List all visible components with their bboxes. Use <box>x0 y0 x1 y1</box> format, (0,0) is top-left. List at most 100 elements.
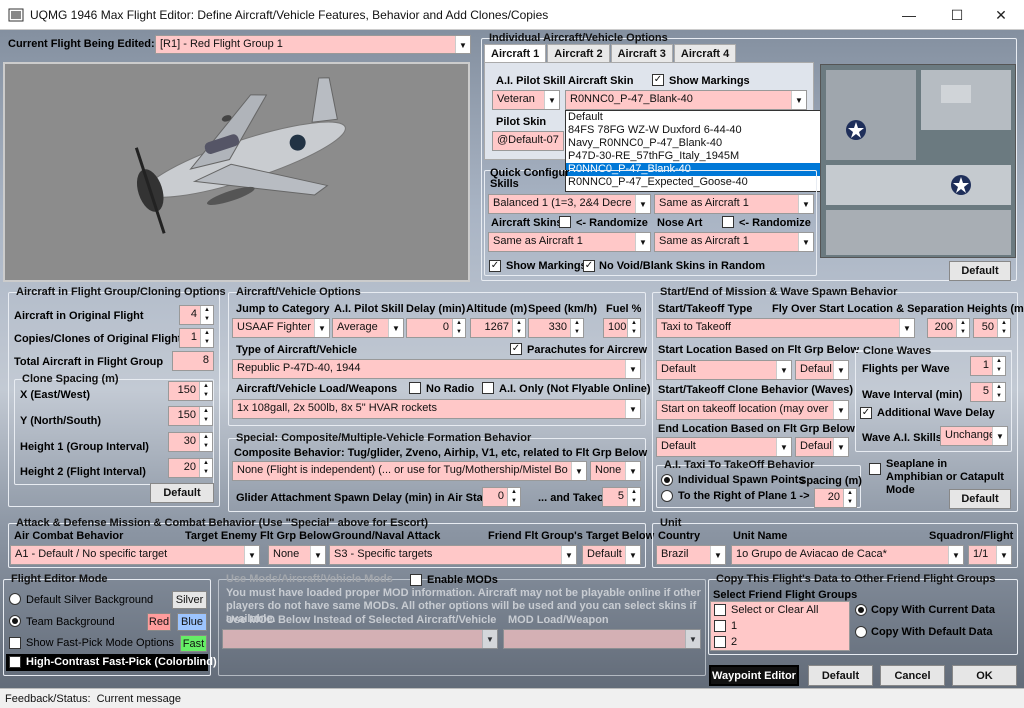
copy-current-radio[interactable] <box>855 604 867 616</box>
taxi-spacing-input[interactable]: 20 ▲ ▼ <box>814 488 857 508</box>
team-bg-radio[interactable] <box>9 615 21 627</box>
list-item[interactable]: 2 <box>711 634 849 650</box>
current-flight-select[interactable]: [R1] - Red Flight Group 1 ▼ <box>155 35 471 54</box>
height1-input[interactable]: 30 ▲ ▼ <box>168 432 213 452</box>
spinner-icon[interactable]: ▲ ▼ <box>199 407 212 425</box>
spinner-icon[interactable]: ▲ ▼ <box>507 488 520 506</box>
tab-aircraft-1[interactable]: Aircraft 1 <box>484 44 547 63</box>
maximize-button[interactable]: ☐ <box>934 0 980 30</box>
ai-only-checkbox[interactable] <box>482 382 494 394</box>
nose-art-select[interactable]: Same as Aircraft 1 ▼ <box>654 232 814 252</box>
altitude-input[interactable]: 1267 ▲ ▼ <box>470 318 526 338</box>
same-as-select[interactable]: Same as Aircraft 1 ▼ <box>654 194 814 214</box>
composite-target-select[interactable]: None ▼ <box>590 461 641 481</box>
additional-delay-checkbox[interactable]: ✓ <box>860 407 872 419</box>
cloning-default-button[interactable]: Default <box>150 483 214 503</box>
start-location-select-2[interactable]: Defaul ▼ <box>795 360 849 380</box>
spawn-default-button[interactable]: Default <box>949 489 1011 509</box>
pilot-skin-select[interactable]: @Default-07 <box>492 131 564 151</box>
spinner-icon[interactable]: ▲ ▼ <box>200 329 213 347</box>
friend-groups-list[interactable]: Select or Clear All 1 2 <box>710 601 850 651</box>
fast-button[interactable]: Fast <box>180 635 207 652</box>
red-button[interactable]: Red <box>147 613 171 631</box>
spinner-icon[interactable]: ▲ ▼ <box>997 319 1010 337</box>
jump-category-select[interactable]: USAAF Fighter ▼ <box>232 318 330 338</box>
minimize-button[interactable]: — <box>886 0 932 30</box>
speed-input[interactable]: 330 ▲ ▼ <box>528 318 584 338</box>
takeoff-delay-input[interactable]: 5 ▲ ▼ <box>602 487 641 507</box>
mod-load-select[interactable]: ▼ <box>503 629 701 649</box>
squadron-select[interactable]: 1/1 ▼ <box>968 545 1012 565</box>
x-spacing-input[interactable]: 150 ▲ ▼ <box>168 381 213 401</box>
orig-flight-input[interactable]: 4 ▲ ▼ <box>179 305 214 325</box>
country-select[interactable]: Brazil ▼ <box>656 545 726 565</box>
aircraft-type-select[interactable]: Republic P-47D-40, 1944 ▼ <box>232 359 641 379</box>
spinner-icon[interactable]: ▲ ▼ <box>199 382 212 400</box>
silver-bg-radio[interactable] <box>9 593 21 605</box>
no-radio-checkbox[interactable] <box>409 382 421 394</box>
skin-option[interactable]: P47D-30-RE_57thFG_Italy_1945M <box>566 150 823 163</box>
end-location-select[interactable]: Default ▼ <box>656 437 792 457</box>
tab-aircraft-3[interactable]: Aircraft 3 <box>610 44 673 63</box>
vehicle-skill-select[interactable]: Average ▼ <box>332 318 404 338</box>
sep-height2-input[interactable]: 50 ▲ ▼ <box>973 318 1011 338</box>
blue-button[interactable]: Blue <box>177 613 207 631</box>
spinner-icon[interactable]: ▲ ▼ <box>199 459 212 477</box>
seaplane-checkbox[interactable] <box>869 463 881 475</box>
ground-attack-select[interactable]: S3 - Specific targets ▼ <box>329 545 577 565</box>
spinner-icon[interactable]: ▲ ▼ <box>843 489 856 507</box>
composite-select[interactable]: None (Flight is independent) (... or use… <box>232 461 587 481</box>
aircraft-skins-select[interactable]: Same as Aircraft 1 ▼ <box>488 232 651 252</box>
high-contrast-checkbox[interactable] <box>9 656 21 668</box>
enable-mods-checkbox[interactable] <box>410 574 422 586</box>
sep-height1-input[interactable]: 200 ▲ ▼ <box>927 318 970 338</box>
spinner-icon[interactable]: ▲ ▼ <box>512 319 525 337</box>
spinner-icon[interactable]: ▲ ▼ <box>452 319 465 337</box>
no-void-checkbox[interactable]: ✓ <box>583 260 595 272</box>
group-checkbox[interactable] <box>714 636 726 648</box>
mod-aircraft-select[interactable]: ▼ <box>222 629 498 649</box>
parachutes-checkbox[interactable]: ✓ <box>510 343 522 355</box>
friend-target-select[interactable]: Default ▼ <box>582 545 641 565</box>
close-button[interactable]: ✕ <box>978 0 1024 30</box>
individual-default-button[interactable]: Default <box>949 261 1011 281</box>
skills-select[interactable]: Balanced 1 (1=3, 2&4 Decre ▼ <box>488 194 651 214</box>
air-combat-select[interactable]: A1 - Default / No specific target ▼ <box>10 545 260 565</box>
flights-per-wave-input[interactable]: 1 ▲ ▼ <box>970 356 1006 376</box>
skin-option[interactable]: 84FS 78FG WZ-W Duxford 6-44-40 <box>566 124 823 137</box>
waypoint-editor-button[interactable]: Waypoint Editor <box>709 665 799 686</box>
randomize-nose-checkbox[interactable] <box>722 216 734 228</box>
fuel-input[interactable]: 100 ▲ ▼ <box>603 318 641 338</box>
takeoff-type-select[interactable]: Taxi to Takeoff ▼ <box>656 318 915 338</box>
spinner-icon[interactable]: ▲ ▼ <box>570 319 583 337</box>
ai-skill-select[interactable]: Veteran ▼ <box>492 90 560 110</box>
ok-button[interactable]: OK <box>952 665 1017 686</box>
start-location-select[interactable]: Default ▼ <box>656 360 792 380</box>
target-enemy-select[interactable]: None ▼ <box>268 545 326 565</box>
right-of-plane-radio[interactable] <box>661 490 673 502</box>
y-spacing-input[interactable]: 150 ▲ ▼ <box>168 406 213 426</box>
unit-name-select[interactable]: 1o Grupo de Aviacao de Caca* ▼ <box>731 545 964 565</box>
skin-option[interactable]: Default <box>566 111 823 124</box>
quick-show-markings-checkbox[interactable]: ✓ <box>489 260 501 272</box>
show-markings-checkbox[interactable]: ✓ <box>652 74 664 86</box>
spinner-icon[interactable]: ▲ ▼ <box>992 357 1005 375</box>
tab-aircraft-4[interactable]: Aircraft 4 <box>673 44 737 63</box>
copies-input[interactable]: 1 ▲ ▼ <box>179 328 214 348</box>
spinner-icon[interactable]: ▲ ▼ <box>199 433 212 451</box>
spinner-icon[interactable]: ▲ ▼ <box>200 306 213 324</box>
aircraft-skin-select[interactable]: R0NNC0_P-47_Blank-40 ▼ <box>565 90 807 110</box>
randomize-skins-checkbox[interactable] <box>559 216 571 228</box>
fast-pick-checkbox[interactable] <box>9 637 21 649</box>
individual-spawn-radio[interactable] <box>661 474 673 486</box>
tab-aircraft-2[interactable]: Aircraft 2 <box>547 44 610 63</box>
glider-delay-input[interactable]: 0 ▲ ▼ <box>482 487 521 507</box>
spinner-icon[interactable]: ▲ ▼ <box>956 319 969 337</box>
group-checkbox[interactable] <box>714 620 726 632</box>
end-location-select-2[interactable]: Defaul ▼ <box>795 437 849 457</box>
default-button[interactable]: Default <box>808 665 873 686</box>
copy-default-radio[interactable] <box>855 626 867 638</box>
silver-button[interactable]: Silver <box>172 591 207 609</box>
select-all-checkbox[interactable] <box>714 604 726 616</box>
wave-skill-select[interactable]: Unchange ▼ <box>940 426 1008 446</box>
